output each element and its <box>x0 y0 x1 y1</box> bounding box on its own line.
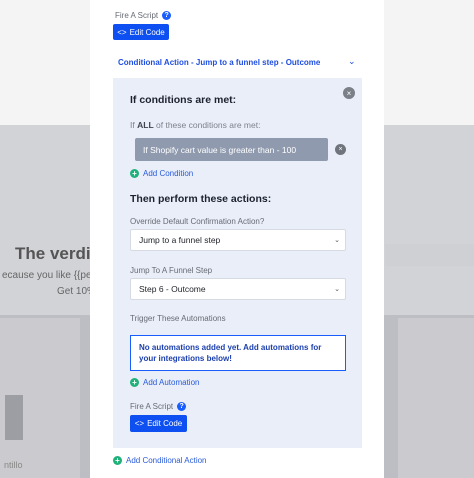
funnel-step-value: Step 6 - Outcome <box>139 284 206 294</box>
background-card-right <box>398 318 474 478</box>
override-label: Override Default Confirmation Action? <box>130 217 265 226</box>
plus-icon: + <box>130 378 139 387</box>
add-condition-label: Add Condition <box>143 169 194 178</box>
edit-code-label: Edit Code <box>129 27 165 37</box>
add-automation-button[interactable]: + Add Automation <box>130 378 199 387</box>
fire-script-label: Fire A Script <box>115 11 159 20</box>
code-icon: <> <box>134 419 145 428</box>
override-value: Jump to a funnel step <box>139 235 221 245</box>
remove-condition-icon[interactable]: × <box>335 144 346 155</box>
add-condition-button[interactable]: + Add Condition <box>130 169 193 178</box>
edit-code-button[interactable]: <> Edit Code <box>113 24 169 40</box>
jump-funnel-step-label: Jump To A Funnel Step <box>130 266 213 275</box>
trigger-automations-label: Trigger These Automations <box>130 314 226 323</box>
condition-pill[interactable]: If Shopify cart value is greater than - … <box>135 138 328 161</box>
code-icon: <> <box>117 27 127 37</box>
plus-icon: + <box>113 456 122 465</box>
help-icon[interactable]: ? <box>162 11 172 20</box>
fire-script-label-2: Fire A Script <box>130 402 174 411</box>
background-heading: The verdi <box>15 244 91 263</box>
help-icon[interactable]: ? <box>177 402 187 411</box>
conditional-action-body <box>113 78 362 448</box>
fire-script-header: Fire A Script ? <box>115 11 172 20</box>
conditional-action-title[interactable]: Conditional Action - Jump to a funnel st… <box>118 58 320 67</box>
funnel-step-select[interactable]: Step 6 - Outcome ⌄ <box>130 278 346 300</box>
override-select[interactable]: Jump to a funnel step ⌄ <box>130 229 346 251</box>
background-product-image <box>5 395 23 440</box>
add-conditional-action-label: Add Conditional Action <box>126 456 207 465</box>
background-right-block <box>385 244 474 266</box>
chevron-down-icon: ⌄ <box>334 286 340 293</box>
add-automation-label: Add Automation <box>143 378 200 387</box>
then-actions-heading: Then perform these actions: <box>130 193 272 205</box>
plus-icon: + <box>130 169 139 178</box>
edit-code-button-2[interactable]: <> Edit Code <box>130 415 187 432</box>
chevron-down-icon[interactable]: ⌄ <box>348 56 356 67</box>
chevron-down-icon: ⌄ <box>334 237 340 244</box>
no-automations-notice: No automations added yet. Add automation… <box>130 335 346 371</box>
fire-script-header-2: Fire A Script ? <box>130 402 187 411</box>
add-conditional-action-button[interactable]: + Add Conditional Action <box>113 456 207 465</box>
if-conditions-heading: If conditions are met: <box>130 94 237 106</box>
if-all-conditions-text: If ALL of these conditions are met: <box>130 120 261 130</box>
background-text-line: ntillo <box>4 460 23 470</box>
edit-code-label-2: Edit Code <box>147 419 183 428</box>
close-icon[interactable]: × <box>343 87 355 99</box>
